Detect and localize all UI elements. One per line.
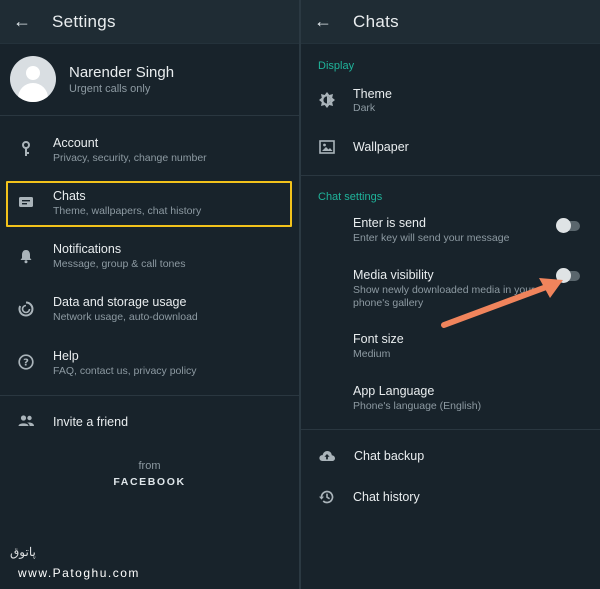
divider xyxy=(0,115,299,116)
invite-friend-title: Invite a friend xyxy=(53,415,129,429)
profile-status: Urgent calls only xyxy=(69,83,151,95)
font-size-title: Font size xyxy=(353,332,404,346)
enter-is-send-row[interactable]: Enter is send Enter key will send your m… xyxy=(301,211,600,247)
key-icon xyxy=(17,140,35,158)
people-icon xyxy=(17,412,35,430)
font-size-value: Medium xyxy=(353,348,391,360)
invite-friend-row[interactable]: Invite a friend xyxy=(0,405,299,437)
divider xyxy=(0,395,299,396)
watermark-url: www.Patoghu.com xyxy=(18,566,140,580)
chat-history-row[interactable]: Chat history xyxy=(301,484,600,512)
app-language-title: App Language xyxy=(353,384,435,398)
profile-row[interactable]: Narender Singh Urgent calls only xyxy=(0,48,299,112)
facebook-brand: FACEBOOK xyxy=(113,476,186,488)
help-icon: ? xyxy=(17,353,35,371)
watermark-logo: پاتوق xyxy=(10,545,36,559)
enter-is-send-title: Enter is send xyxy=(353,216,426,230)
chats-settings-panel: ← Chats Display Theme Dark Wallpaper Cha… xyxy=(301,0,600,589)
app-language-row[interactable]: App Language Phone's language (English) xyxy=(301,379,600,415)
account-title: Account xyxy=(53,136,99,150)
help-subtitle: FAQ, contact us, privacy policy xyxy=(53,365,197,377)
sidebar-item-help[interactable]: ? Help FAQ, contact us, privacy policy xyxy=(0,344,299,384)
sidebar-item-account[interactable]: Account Privacy, security, change number xyxy=(0,130,299,170)
avatar xyxy=(10,56,56,102)
theme-title: Theme xyxy=(353,87,392,101)
theme-value: Dark xyxy=(353,102,376,114)
chats-app-bar: ← Chats xyxy=(301,0,600,44)
sidebar-item-data-storage[interactable]: Data and storage usage Network usage, au… xyxy=(0,290,299,330)
data-storage-title: Data and storage usage xyxy=(53,295,187,309)
font-size-row[interactable]: Font size Medium xyxy=(301,327,600,363)
profile-name: Narender Singh xyxy=(69,64,175,81)
enter-is-send-toggle[interactable] xyxy=(556,218,580,233)
sidebar-item-notifications[interactable]: Notifications Message, group & call tone… xyxy=(0,237,299,277)
back-arrow-icon[interactable]: ← xyxy=(313,10,333,32)
media-visibility-row[interactable]: Media visibility Show newly downloaded m… xyxy=(301,263,600,311)
media-visibility-toggle[interactable] xyxy=(556,268,580,283)
from-label: from xyxy=(138,460,161,472)
media-visibility-subtitle: Show newly downloaded media in your phon… xyxy=(353,284,535,309)
enter-is-send-subtitle: Enter key will send your message xyxy=(353,232,510,244)
wallpaper-title: Wallpaper xyxy=(353,140,409,154)
section-display: Display xyxy=(318,60,355,72)
chat-history-title: Chat history xyxy=(353,490,420,504)
chat-backup-row[interactable]: Chat backup xyxy=(301,442,600,470)
section-chat-settings: Chat settings xyxy=(318,191,383,203)
page-title: Chats xyxy=(353,12,399,31)
app-language-value: Phone's language (English) xyxy=(353,400,482,412)
divider xyxy=(301,175,600,176)
bell-icon xyxy=(17,247,35,265)
page-title: Settings xyxy=(52,12,116,31)
divider xyxy=(301,429,600,430)
wallpaper-icon xyxy=(318,138,336,156)
chats-highlight-box xyxy=(6,181,292,227)
help-title: Help xyxy=(53,349,79,363)
back-arrow-icon[interactable]: ← xyxy=(12,10,32,32)
wallpaper-row[interactable]: Wallpaper xyxy=(301,134,600,162)
data-storage-subtitle: Network usage, auto-download xyxy=(53,311,198,323)
brightness-icon xyxy=(318,91,336,109)
settings-panel: ← Settings Narender Singh Urgent calls o… xyxy=(0,0,299,589)
data-sync-icon xyxy=(17,300,35,318)
chat-backup-title: Chat backup xyxy=(354,449,425,463)
notifications-title: Notifications xyxy=(53,242,122,256)
notifications-subtitle: Message, group & call tones xyxy=(53,258,186,270)
theme-row[interactable]: Theme Dark xyxy=(301,82,600,118)
cloud-upload-icon xyxy=(318,447,336,465)
history-icon xyxy=(318,488,336,506)
svg-text:?: ? xyxy=(23,358,29,369)
settings-app-bar: ← Settings xyxy=(0,0,299,44)
account-subtitle: Privacy, security, change number xyxy=(53,152,207,164)
media-visibility-title: Media visibility xyxy=(353,268,434,282)
